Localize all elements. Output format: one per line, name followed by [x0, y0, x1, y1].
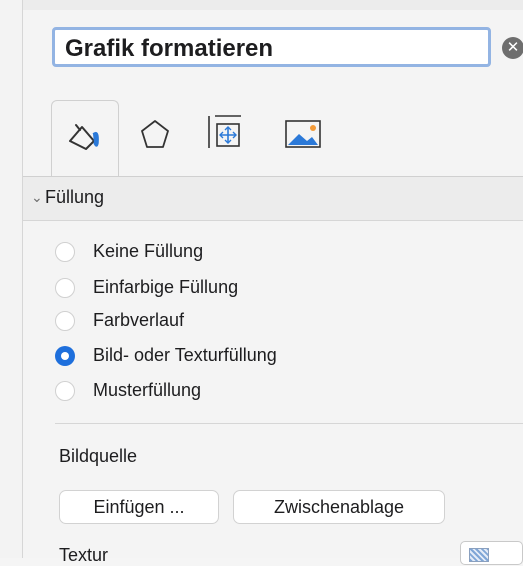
radio-button[interactable] — [55, 311, 75, 331]
option-label: Einfarbige Füllung — [93, 277, 239, 297]
radio-button[interactable] — [55, 278, 75, 298]
divider — [55, 423, 523, 424]
section-title: Füllung — [45, 187, 105, 207]
option-label: Keine Füllung — [93, 241, 204, 261]
option-label: Musterfüllung — [93, 380, 202, 400]
chevron-down-icon: ⌄ — [31, 189, 43, 205]
format-picture-pane: Grafik formatieren ✕ ⌄ Füllung Keine Fül… — [23, 0, 523, 565]
tab-bar — [23, 90, 523, 178]
clipboard-button[interactable]: Zwischenablage — [233, 490, 445, 524]
top-strip — [23, 0, 523, 10]
left-gutter — [0, 0, 23, 558]
radio-button[interactable] — [55, 381, 75, 401]
pane-title-field[interactable]: Grafik formatieren — [52, 27, 491, 67]
pentagon-icon — [141, 120, 169, 148]
size-position-icon — [208, 115, 241, 148]
radio-button-checked[interactable] — [55, 346, 75, 366]
tab-picture[interactable] — [281, 112, 325, 156]
option-label: Farbverlauf — [93, 310, 185, 330]
texture-dropdown[interactable] — [460, 541, 523, 565]
texture-label: Textur — [59, 545, 109, 565]
paint-bucket-icon — [69, 124, 99, 150]
fill-section-header[interactable]: ⌄ Füllung — [23, 177, 523, 221]
tab-fill-line[interactable] — [51, 100, 119, 178]
pane-title: Grafik formatieren — [65, 35, 274, 62]
insert-button[interactable]: Einfügen ... — [59, 490, 219, 524]
option-label: Bild- oder Texturfüllung — [93, 345, 277, 365]
close-icon[interactable]: ✕ — [502, 37, 523, 59]
texture-swatch-icon — [469, 548, 489, 562]
radio-button[interactable] — [55, 242, 75, 262]
tab-size-properties[interactable] — [203, 108, 247, 160]
picture-icon — [285, 120, 321, 148]
picture-source-title: Bildquelle — [59, 446, 138, 466]
tab-effects[interactable] — [135, 110, 175, 160]
